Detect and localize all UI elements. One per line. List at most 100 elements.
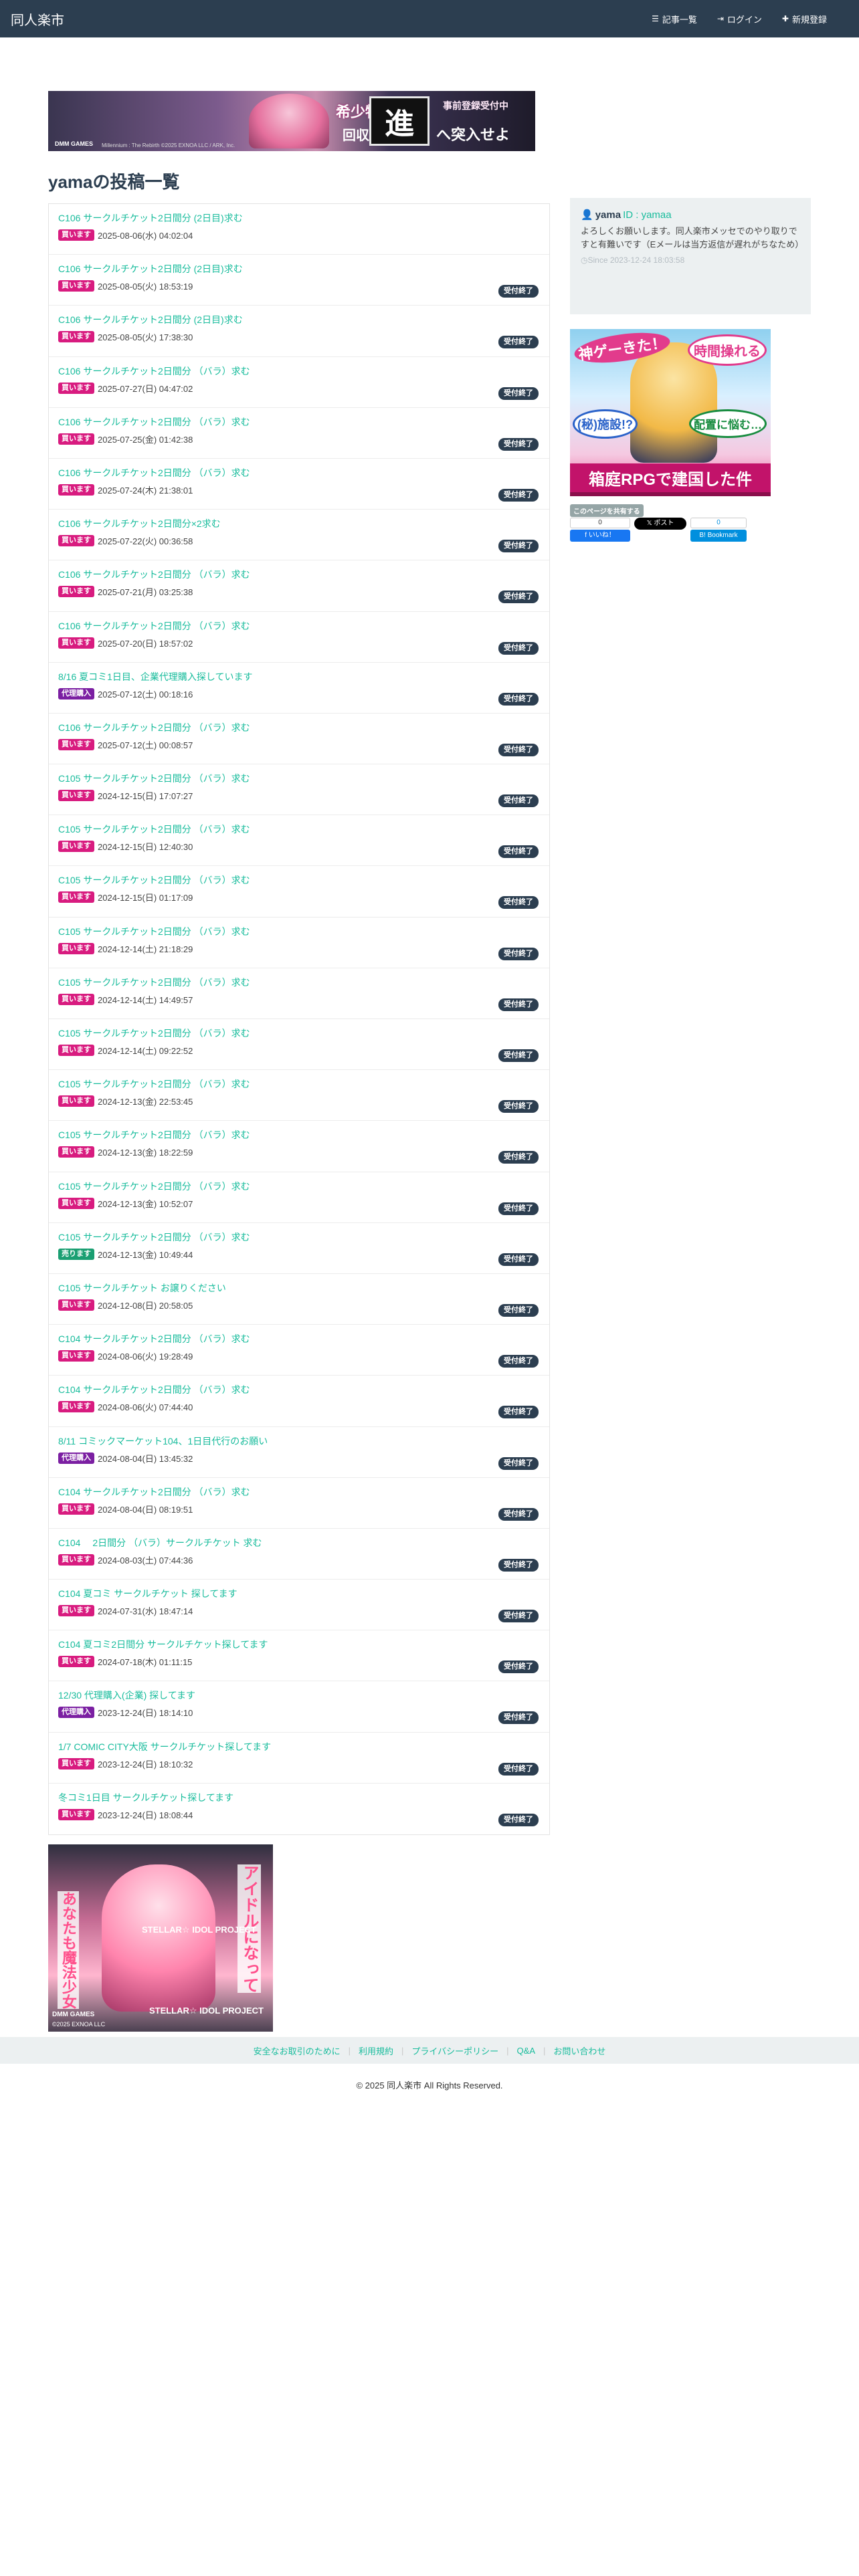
nav-login[interactable]: ⇥ ログイン: [717, 13, 762, 25]
nav-register[interactable]: ✚ 新規登録: [782, 13, 827, 25]
status-badge-closed: 受付終了: [498, 1049, 539, 1062]
post-date: 2024-12-13(金) 10:52:07: [98, 1198, 193, 1209]
status-badge-closed: 受付終了: [498, 1406, 539, 1419]
footer-separator: |: [348, 2045, 351, 2056]
post-meta: 買います 2025-08-05(火) 17:38:30: [58, 330, 540, 343]
status-badge-closed: 受付終了: [498, 387, 539, 400]
user-since-text: Since 2023-12-24 18:03:58: [587, 255, 685, 265]
footer-link-contact[interactable]: お問い合わせ: [553, 2044, 605, 2057]
post-title-link[interactable]: C105 サークルチケット2日間分 （バラ）求む: [58, 925, 540, 938]
post-meta: 代理購入 2025-07-12(土) 00:18:16: [58, 687, 540, 700]
post-title-link[interactable]: C106 サークルチケット2日間分 (2日目)求む: [58, 211, 540, 225]
post-title-link[interactable]: C104 サークルチケット2日間分 （バラ）求む: [58, 1383, 540, 1396]
post-meta: 買います 2024-07-18(木) 01:11:15: [58, 1655, 540, 1668]
post-date: 2025-07-12(土) 00:08:57: [98, 740, 193, 750]
post-item: 8/16 夏コミ1日目、企業代理購入探しています 代理購入 2025-07-12(土…: [49, 663, 549, 714]
status-badge-closed: 受付終了: [498, 641, 539, 655]
post-type-badge: 買います: [58, 1095, 94, 1107]
post-date: 2025-07-25(金) 01:42:38: [98, 434, 193, 445]
post-title-link[interactable]: 1/7 COMIC CITY大阪 サークルチケット探してます: [58, 1740, 540, 1753]
post-title-link[interactable]: C104 サークルチケット2日間分 （バラ）求む: [58, 1485, 540, 1499]
side-banner-title: 箱庭RPGで建国した件: [570, 463, 771, 492]
post-title-link[interactable]: C105 サークルチケット2日間分 （バラ）求む: [58, 873, 540, 887]
post-title-link[interactable]: C105 サークルチケット2日間分 （バラ）求む: [58, 1180, 540, 1193]
post-title-link[interactable]: C105 サークルチケット2日間分 （バラ）求む: [58, 1077, 540, 1091]
status-badge-closed: 受付終了: [498, 437, 539, 451]
bottom-banner-copyright: ©2025 EXNOA LLC: [52, 2021, 106, 2028]
post-item: C106 サークルチケット2日間分 （バラ）求む 買います 2025-07-12(土…: [49, 714, 549, 765]
post-title-link[interactable]: C106 サークルチケット2日間分 （バラ）求む: [58, 364, 540, 378]
nav-article-list[interactable]: ☰ 記事一覧: [652, 13, 697, 25]
post-type-badge: 買います: [58, 1350, 94, 1362]
post-date: 2024-12-15(日) 17:07:27: [98, 791, 193, 802]
navbar: 同人楽市 ☰ 記事一覧 ⇥ ログイン ✚ 新規登録: [0, 0, 859, 37]
post-title-link[interactable]: C106 サークルチケット2日間分 （バラ）求む: [58, 619, 540, 633]
bottom-ad-banner[interactable]: アイドルになって あなたも魔法少女 STELLAR☆ IDOL PROJECT …: [48, 1844, 273, 2032]
post-title-link[interactable]: C104 夏コミ サークルチケット 探してます: [58, 1587, 540, 1600]
post-meta: 買います 2024-08-03(土) 07:44:36: [58, 1553, 540, 1566]
post-date: 2025-07-20(日) 18:57:02: [98, 638, 193, 649]
post-type-badge: 買います: [58, 1146, 94, 1158]
post-title-link[interactable]: 8/11 コミックマーケット104、1日目代行のお願い: [58, 1434, 540, 1448]
post-title-link[interactable]: C105 サークルチケット2日間分 （バラ）求む: [58, 976, 540, 989]
side-banner-footer: [570, 492, 771, 496]
post-title-link[interactable]: C105 サークルチケット2日間分 （バラ）求む: [58, 1230, 540, 1244]
post-title-link[interactable]: 8/16 夏コミ1日目、企業代理購入探しています: [58, 670, 540, 683]
post-date: 2024-07-18(木) 01:11:15: [98, 1657, 193, 1668]
post-meta: 買います 2025-07-21(月) 03:25:38: [58, 585, 540, 598]
post-title-link[interactable]: C106 サークルチケット2日間分 （バラ）求む: [58, 415, 540, 429]
post-title-link[interactable]: C106 サークルチケット2日間分 (2日目)求む: [58, 262, 540, 276]
post-title-link[interactable]: 冬コミ1日目 サークルチケット探してます: [58, 1791, 540, 1804]
status-badge-closed: 受付終了: [498, 1660, 539, 1674]
post-title-link[interactable]: C106 サークルチケット2日間分×2求む: [58, 517, 540, 530]
post-title-link[interactable]: 12/30 代理購入(企業) 探してます: [58, 1689, 540, 1702]
post-title-link[interactable]: C106 サークルチケット2日間分 （バラ）求む: [58, 466, 540, 479]
post-title-link[interactable]: C105 サークルチケット2日間分 （バラ）求む: [58, 772, 540, 785]
user-name: yama: [595, 209, 622, 221]
post-title-link[interactable]: C104 夏コミ2日間分 サークルチケット探してます: [58, 1638, 540, 1651]
post-title-link[interactable]: C105 サークルチケット お譲りください: [58, 1281, 540, 1295]
side-ad-banner[interactable]: 神ゲーきた！ 時間操れる (秘)施設!? 配置に悩む… 箱庭RPGで建国した件: [570, 329, 771, 496]
post-meta: 買います 2024-12-14(土) 14:49:57: [58, 993, 540, 1006]
top-ad-banner[interactable]: DMM GAMES 希少物質 回収せよ 進 事前登録受付中 へ突入せよ Mill…: [48, 91, 535, 151]
post-item: C105 サークルチケット2日間分 （バラ）求む 買います 2024-12-15(日…: [49, 866, 549, 918]
hatena-bookmark-button[interactable]: B! Bookmark: [690, 530, 747, 542]
status-badge-closed: 受付終了: [498, 794, 539, 808]
x-post-button[interactable]: 𝕏 ポスト: [634, 518, 686, 530]
post-date: 2024-07-31(水) 18:47:14: [98, 1606, 193, 1617]
post-title-link[interactable]: C105 サークルチケット2日間分 （バラ）求む: [58, 823, 540, 836]
post-title-link[interactable]: C105 サークルチケット2日間分 （バラ）求む: [58, 1027, 540, 1040]
facebook-like-button[interactable]: f いいね！: [570, 530, 630, 542]
post-meta: 買います 2025-07-22(火) 00:36:58: [58, 534, 540, 547]
footer-link-qa[interactable]: Q&A: [517, 2046, 535, 2056]
list-icon: ☰: [652, 14, 659, 23]
post-type-badge: 代理購入: [58, 687, 94, 700]
post-type-badge: 買います: [58, 942, 94, 954]
post-meta: 買います 2023-12-24(日) 18:10:32: [58, 1757, 540, 1770]
post-item: C106 サークルチケット2日間分 （バラ）求む 買います 2025-07-24(木…: [49, 459, 549, 510]
post-date: 2024-08-04(日) 08:19:51: [98, 1504, 193, 1515]
post-item: C105 サークルチケット2日間分 （バラ）求む 買います 2024-12-14(土…: [49, 918, 549, 968]
brand-logo[interactable]: 同人楽市: [11, 9, 64, 29]
user-icon: 👤: [581, 209, 593, 221]
post-type-badge: 買います: [58, 433, 94, 445]
login-icon: ⇥: [717, 14, 724, 23]
post-title-link[interactable]: C106 サークルチケット2日間分 （バラ）求む: [58, 568, 540, 581]
status-badge-closed: 受付終了: [498, 1711, 539, 1725]
post-title-link[interactable]: C106 サークルチケット2日間分 (2日目)求む: [58, 313, 540, 326]
post-title-link[interactable]: C106 サークルチケット2日間分 （バラ）求む: [58, 721, 540, 734]
post-title-link[interactable]: C105 サークルチケット2日間分 （バラ）求む: [58, 1128, 540, 1142]
user-description: よろしくお願いします。同人楽市メッセでのやり取りですと有難いです（Eメールは当方…: [581, 226, 804, 249]
footer-link-privacy[interactable]: プライバシーポリシー: [411, 2044, 498, 2057]
footer-link-terms[interactable]: 利用規約: [359, 2044, 393, 2057]
post-date: 2025-08-06(水) 04:02:04: [98, 231, 193, 241]
user-id-link[interactable]: ID : yamaa: [623, 209, 672, 221]
post-item: C106 サークルチケット2日間分 (2日目)求む 買います 2025-08-05(…: [49, 306, 549, 357]
post-title-link[interactable]: C104 2日間分 （バラ）サークルチケット 求む: [58, 1536, 540, 1549]
footer-link-safety[interactable]: 安全なお取引のために: [254, 2044, 341, 2057]
status-badge-closed: 受付終了: [498, 1202, 539, 1215]
status-badge-closed: 受付終了: [498, 1355, 539, 1368]
post-type-badge: 買います: [58, 993, 94, 1005]
page-title: yamaの投稿一覧: [48, 172, 180, 192]
post-title-link[interactable]: C104 サークルチケット2日間分 （バラ）求む: [58, 1332, 540, 1346]
